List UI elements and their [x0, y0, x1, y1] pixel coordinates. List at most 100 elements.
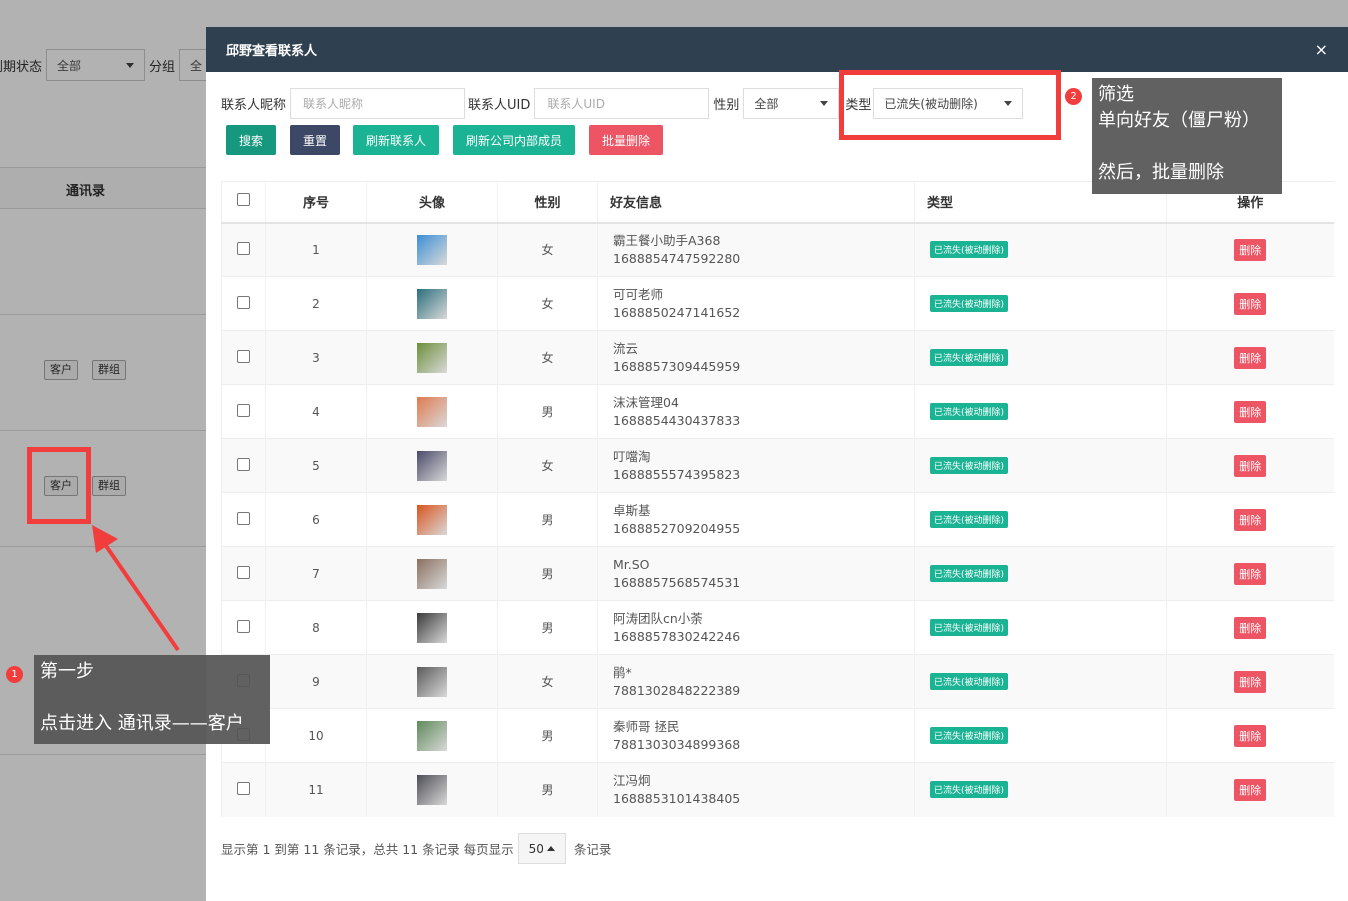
friend-uid: 1688850247141652	[613, 304, 741, 320]
friend-uid: 1688857568574531	[613, 574, 741, 590]
avatar-cell	[366, 708, 498, 763]
select-all-checkbox[interactable]	[237, 193, 250, 207]
type-cell: 已流失(被动删除)	[914, 600, 1167, 655]
step-1-badge: 1	[6, 666, 23, 683]
row-checkbox[interactable]	[237, 349, 250, 363]
type-cell: 已流失(被动删除)	[914, 438, 1167, 493]
step-2-line-2: 单向好友（僵尸粉）	[1098, 110, 1260, 131]
type-filter-highlight	[839, 70, 1061, 140]
row-select-cell[interactable]	[221, 276, 266, 331]
type-cell: 已流失(被动删除)	[914, 762, 1167, 817]
row-select-cell[interactable]	[221, 222, 266, 277]
type-badge: 已流失(被动删除)	[930, 403, 1009, 420]
uid-input[interactable]	[534, 88, 710, 119]
action-cell: 删除	[1166, 708, 1334, 763]
row-select-cell[interactable]	[221, 600, 266, 655]
row-checkbox[interactable]	[237, 565, 250, 579]
friend-info: 叮噹淘 1688855574395823	[597, 438, 915, 493]
delete-button[interactable]: 删除	[1234, 346, 1267, 369]
row-checkbox[interactable]	[237, 781, 250, 795]
avatar-cell	[366, 762, 498, 817]
friend-uid: 1688857309445959	[613, 358, 741, 374]
row-number: 1	[265, 222, 367, 277]
arrow-icon	[92, 525, 180, 652]
delete-button[interactable]: 删除	[1234, 292, 1267, 315]
modal-title: 邱野查看联系人	[226, 44, 318, 59]
row-checkbox[interactable]	[237, 511, 250, 525]
delete-button[interactable]: 删除	[1234, 238, 1267, 261]
avatar	[417, 666, 447, 697]
step-1-line-2: 点击进入 通讯录——客户	[40, 713, 244, 734]
friend-name: 秦师哥 拯民	[613, 718, 680, 734]
action-cell: 删除	[1166, 546, 1334, 601]
delete-button[interactable]: 删除	[1234, 778, 1267, 801]
search-button[interactable]: 搜索	[226, 125, 276, 155]
friend-info: 阿涛团队cn小荼 1688857830242246	[597, 600, 915, 655]
friend-uid: 1688855574395823	[613, 466, 741, 482]
delete-button[interactable]: 删除	[1234, 508, 1267, 531]
type-cell: 已流失(被动删除)	[914, 276, 1167, 331]
table-row: 2 女可可老师 1688850247141652 已流失(被动删除) 删除	[221, 276, 1334, 331]
avatar-cell	[366, 600, 498, 655]
delete-button[interactable]: 删除	[1234, 562, 1267, 585]
batch-delete-button[interactable]: 批量删除	[589, 125, 663, 155]
friend-name: Mr.SO	[613, 556, 650, 572]
friend-uid: 1688852709204955	[613, 520, 741, 536]
select-all-cell[interactable]	[221, 181, 266, 224]
avatar	[417, 396, 447, 427]
delete-button[interactable]: 删除	[1234, 454, 1267, 477]
type-cell: 已流失(被动删除)	[914, 708, 1167, 763]
table-row: 7 男 Mr.SO 1688857568574531 已流失(被动删除) 删除	[221, 546, 1334, 601]
column-header-avatar: 头像	[366, 181, 498, 224]
column-header-info: 好友信息	[597, 181, 915, 224]
modal-header: 邱野查看联系人 ×	[206, 27, 1348, 72]
row-checkbox[interactable]	[237, 457, 250, 471]
avatar	[417, 234, 447, 265]
row-checkbox[interactable]	[237, 295, 250, 309]
friend-name: 可可老师	[613, 286, 664, 302]
row-checkbox[interactable]	[237, 619, 250, 633]
table-row: 10 男秦师哥 拯民 7881303034899368 已流失(被动删除) 删除	[221, 708, 1334, 763]
row-select-cell[interactable]	[221, 330, 266, 385]
avatar-cell	[366, 222, 498, 277]
delete-button[interactable]: 删除	[1234, 400, 1267, 423]
row-number: 9	[265, 654, 367, 709]
friend-uid: 7881303034899368	[613, 736, 741, 752]
table-row: 5 女叮噹淘 1688855574395823 已流失(被动删除) 删除	[221, 438, 1334, 493]
reset-button[interactable]: 重置	[290, 125, 340, 155]
row-select-cell[interactable]	[221, 384, 266, 439]
close-icon[interactable]: ×	[1315, 40, 1328, 59]
delete-button[interactable]: 删除	[1234, 616, 1267, 639]
type-badge: 已流失(被动删除)	[930, 511, 1009, 528]
action-cell: 删除	[1166, 600, 1334, 655]
row-select-cell[interactable]	[221, 438, 266, 493]
avatar	[417, 450, 447, 481]
column-header-no[interactable]: 序号	[265, 181, 367, 224]
step-1-tooltip: 第一步 点击进入 通讯录——客户	[34, 655, 270, 744]
row-gender: 男	[497, 492, 598, 547]
friend-info: 流云 1688857309445959	[597, 330, 915, 385]
delete-button[interactable]: 删除	[1234, 724, 1267, 747]
column-header-gender[interactable]: 性别	[497, 181, 598, 224]
refresh-contacts-button[interactable]: 刷新联系人	[353, 125, 439, 155]
type-cell: 已流失(被动删除)	[914, 546, 1167, 601]
avatar-cell	[366, 492, 498, 547]
gender-select[interactable]: 全部	[743, 88, 840, 119]
table-row: 4 男沫沫管理04 1688854430437833 已流失(被动删除) 删除	[221, 384, 1334, 439]
friend-name: 鹃*	[613, 664, 632, 680]
row-number: 8	[265, 600, 367, 655]
row-select-cell[interactable]	[221, 546, 266, 601]
step-2-badge: 2	[1065, 88, 1082, 105]
step-2-line-3: 然后，批量删除	[1098, 162, 1224, 183]
avatar-cell	[366, 438, 498, 493]
gender-select-value: 全部	[754, 97, 779, 111]
nickname-input[interactable]	[290, 88, 466, 119]
page-size-select[interactable]: 50	[517, 833, 566, 864]
row-checkbox[interactable]	[237, 241, 250, 255]
delete-button[interactable]: 删除	[1234, 670, 1267, 693]
row-select-cell[interactable]	[221, 762, 266, 817]
row-checkbox[interactable]	[237, 403, 250, 417]
row-select-cell[interactable]	[221, 492, 266, 547]
refresh-members-button[interactable]: 刷新公司内部成员	[453, 125, 575, 155]
action-cell: 删除	[1166, 492, 1334, 547]
